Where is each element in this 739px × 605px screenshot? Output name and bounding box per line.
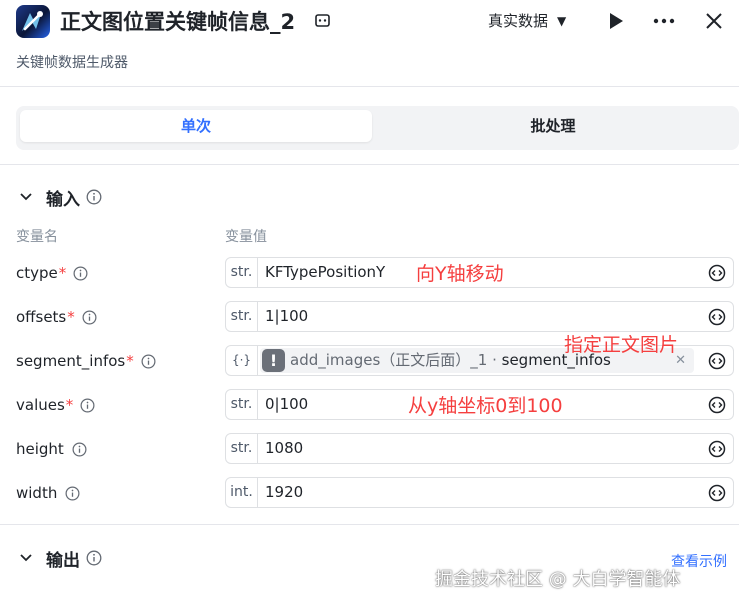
var-label-offsets: offsets *: [16, 306, 97, 328]
app-logo-icon: [16, 5, 50, 38]
width-field[interactable]: int. 1920: [225, 477, 734, 508]
field-value[interactable]: KFTypePositionY: [265, 258, 385, 287]
info-icon[interactable]: [86, 189, 102, 205]
annotation-values: 从y轴坐标0到100: [408, 395, 563, 417]
type-badge: {⋅}: [226, 346, 258, 375]
height-field[interactable]: str. 1080: [225, 433, 734, 464]
divider: [0, 86, 739, 87]
type-badge: str.: [226, 390, 258, 419]
output-section-header[interactable]: 输出: [18, 545, 102, 571]
info-icon[interactable]: [86, 550, 102, 566]
var-name: width: [16, 484, 58, 502]
type-badge: str.: [226, 258, 258, 287]
input-section-title: 输入: [46, 189, 80, 210]
var-name: segment_infos: [16, 352, 126, 370]
column-header-value: 变量值: [225, 229, 267, 245]
field-value[interactable]: 1080: [265, 434, 303, 463]
var-name: values: [16, 396, 65, 414]
required-mark: *: [126, 352, 134, 370]
info-icon[interactable]: [82, 310, 97, 325]
variable-select-icon[interactable]: [708, 308, 726, 326]
var-name: height: [16, 440, 64, 458]
chevron-down-icon: [20, 554, 32, 562]
required-mark: *: [58, 264, 67, 282]
more-button[interactable]: [651, 8, 677, 34]
variable-select-icon[interactable]: [708, 264, 726, 282]
var-name: offsets: [16, 308, 67, 326]
data-mode-dropdown[interactable]: 真实数据 ▼: [488, 10, 566, 32]
var-name: ctype: [16, 264, 58, 282]
input-section-header[interactable]: 输入: [18, 184, 102, 210]
type-badge: int.: [226, 478, 258, 507]
warning-icon: !: [262, 349, 285, 372]
variable-select-icon[interactable]: [708, 484, 726, 502]
chevron-down-icon: [20, 193, 32, 201]
field-value[interactable]: 1920: [265, 478, 303, 507]
caret-down-icon: ▼: [557, 14, 567, 28]
variable-select-icon[interactable]: [708, 440, 726, 458]
tab-batch[interactable]: 批处理: [378, 110, 728, 142]
run-button[interactable]: [603, 8, 629, 34]
annotation-segment-infos: 指定正文图片: [564, 334, 679, 356]
info-icon[interactable]: [80, 398, 95, 413]
gamepad-icon[interactable]: [314, 12, 331, 29]
reference-source: add_images（正文后面）_1 ·: [290, 351, 502, 369]
type-badge: str.: [226, 302, 258, 331]
close-icon: [706, 13, 722, 29]
reference-text: add_images（正文后面）_1 · segment_infos: [290, 348, 611, 373]
data-mode-label: 真实数据: [488, 12, 549, 30]
field-value[interactable]: 1|100: [265, 302, 308, 331]
type-badge: str.: [226, 434, 258, 463]
divider: [0, 524, 739, 525]
variable-select-icon[interactable]: [708, 396, 726, 414]
info-icon[interactable]: [141, 354, 156, 369]
var-label-height: height: [16, 438, 87, 460]
divider: [0, 164, 739, 165]
page-title: 正文图位置关键帧信息_2: [60, 10, 296, 34]
required-mark: *: [65, 396, 74, 414]
var-label-ctype: ctype *: [16, 262, 88, 284]
info-icon[interactable]: [65, 486, 80, 501]
page-subtitle: 关键帧数据生成器: [16, 55, 128, 71]
output-section-title: 输出: [46, 550, 80, 571]
annotation-ctype: 向Y轴移动: [416, 263, 504, 285]
field-value[interactable]: 0|100: [265, 390, 308, 419]
info-icon[interactable]: [72, 442, 87, 457]
more-icon: [653, 18, 675, 24]
var-label-values: values *: [16, 394, 95, 416]
play-icon: [610, 13, 623, 29]
required-mark: *: [67, 308, 75, 326]
close-button[interactable]: [701, 8, 727, 34]
var-label-segment-infos: segment_infos *: [16, 350, 156, 372]
var-label-width: width: [16, 482, 80, 504]
offsets-field[interactable]: str. 1|100: [225, 301, 734, 332]
info-icon[interactable]: [73, 266, 88, 281]
variable-select-icon[interactable]: [708, 352, 726, 370]
watermark: 掘金技术社区 @ 大白学智能体: [435, 569, 681, 590]
tab-single[interactable]: 单次: [20, 110, 372, 142]
column-header-name: 变量名: [16, 229, 58, 245]
